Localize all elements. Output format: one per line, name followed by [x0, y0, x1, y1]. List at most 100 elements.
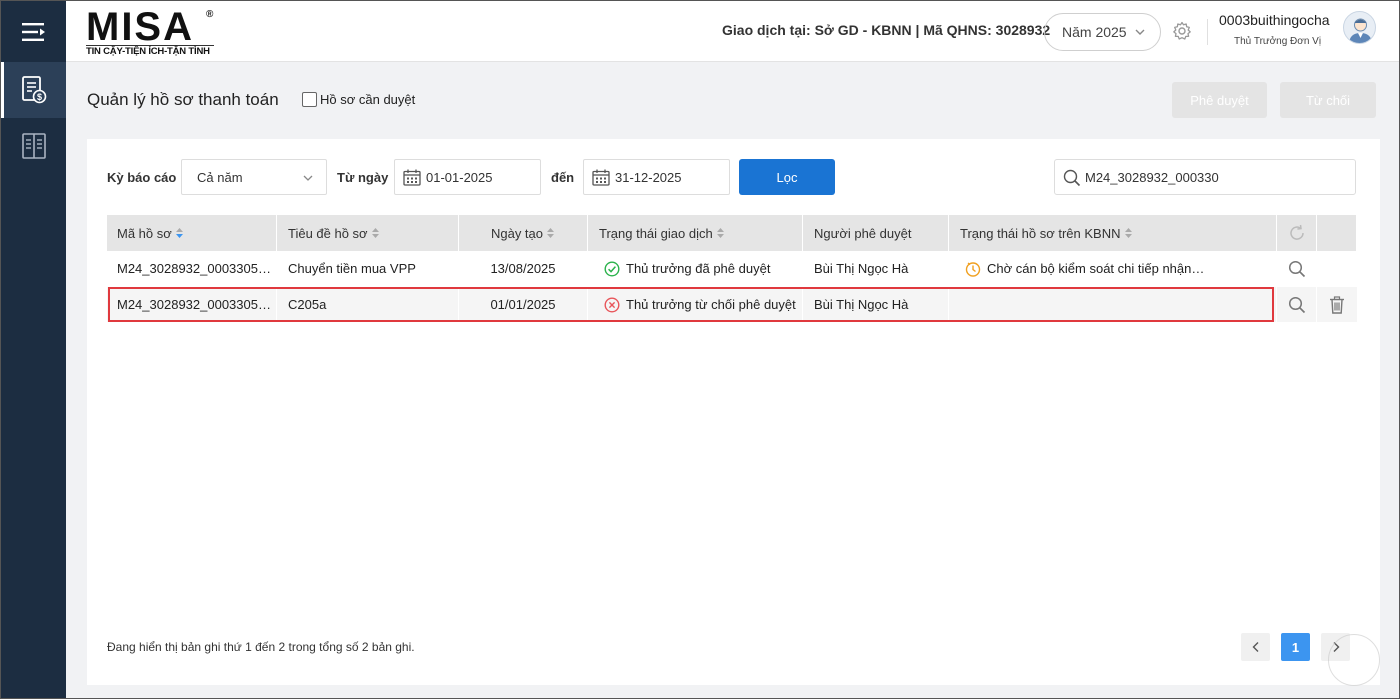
watermark-seal: [1328, 634, 1380, 686]
pending-clock-icon: [965, 261, 981, 277]
search-icon: [1063, 169, 1081, 187]
delete-button[interactable]: [1317, 287, 1356, 322]
payment-document-icon: $: [21, 76, 46, 104]
cell-code: M24_3028932_0003305…: [117, 261, 271, 276]
approve-button[interactable]: Phê duyệt: [1172, 82, 1267, 118]
column-header-label: Trạng thái hồ sơ trên KBNN: [960, 225, 1121, 241]
view-button[interactable]: [1277, 251, 1316, 286]
search-input[interactable]: M24_3028932_000330: [1054, 159, 1356, 195]
cell-title: C205a: [288, 297, 327, 312]
logo-tagline: TIN CẬY-TIỆN ÍCH-TẬN TÌNH: [86, 46, 210, 57]
user-name[interactable]: 0003buithingocha: [1219, 12, 1330, 28]
to-date-value: 31-12-2025: [615, 169, 682, 185]
page-button-1[interactable]: 1: [1281, 633, 1310, 661]
user-role: Thủ Trưởng Đơn Vị: [1234, 36, 1322, 47]
column-header-approver[interactable]: Người phê duyệt: [803, 215, 948, 251]
pending-checkbox-label: Hồ sơ cần duyệt: [320, 92, 416, 107]
page-title: Quản lý hồ sơ thanh toán: [87, 90, 279, 109]
header-divider: [1207, 19, 1208, 45]
menu-icon: [21, 23, 45, 41]
column-header-label: Người phê duyệt: [814, 225, 912, 241]
column-header-kbnn-status[interactable]: Trạng thái hồ sơ trên KBNN: [949, 215, 1276, 251]
chevron-left-icon: [1252, 642, 1258, 652]
column-header-tx-status[interactable]: Trạng thái giao dịch: [588, 215, 802, 251]
column-header-code[interactable]: Mã hồ sơ: [107, 215, 276, 251]
cell-approver: Bùi Thị Ngọc Hà: [814, 261, 909, 276]
period-select[interactable]: Cả năm: [181, 159, 327, 195]
sort-icon: [547, 228, 555, 238]
filter-button[interactable]: Lọc: [739, 159, 835, 195]
column-divider: [802, 287, 803, 322]
column-header-title[interactable]: Tiêu đề hồ sơ: [277, 215, 458, 251]
sort-icon: [1124, 228, 1132, 238]
view-button[interactable]: [1277, 287, 1316, 322]
column-divider: [276, 287, 277, 322]
check-circle-icon: [604, 260, 620, 277]
sidebar-item-ledger[interactable]: [1, 118, 66, 174]
app-frame: $ MISA ® TIN CẬY-TIỆN ÍCH-TẬN TÌNH Giao …: [0, 0, 1400, 699]
tx-status-text: Thủ trưởng từ chối phê duyệt: [626, 297, 796, 312]
sort-icon: [175, 228, 183, 238]
prev-page-button[interactable]: [1241, 633, 1270, 661]
year-select[interactable]: Năm 2025: [1044, 13, 1161, 51]
cell-created: 01/01/2025: [490, 297, 556, 312]
year-select-value: Năm 2025: [1062, 24, 1127, 40]
column-divider: [587, 287, 588, 322]
svg-text:$: $: [36, 92, 41, 102]
chevron-down-icon: [303, 175, 313, 181]
from-date-value: 01-01-2025: [426, 169, 493, 185]
sort-icon: [716, 228, 724, 238]
checkbox-box[interactable]: [302, 92, 317, 107]
tx-status-text: Thủ trưởng đã phê duyệt: [626, 261, 771, 276]
menu-toggle-button[interactable]: [1, 4, 66, 60]
period-label: Kỳ báo cáo: [107, 170, 177, 185]
from-date-label: Từ ngày: [337, 170, 389, 185]
pending-only-checkbox[interactable]: Hồ sơ cần duyệt: [302, 92, 415, 107]
cell-kbnn-status: [965, 287, 1271, 322]
top-header: MISA ® TIN CẬY-TIỆN ÍCH-TẬN TÌNH Giao dị…: [66, 1, 1399, 62]
period-select-value: Cả năm: [197, 169, 243, 185]
chevron-down-icon: [1135, 29, 1145, 35]
calendar-icon: [403, 169, 421, 186]
column-header-label: Trạng thái giao dịch: [599, 225, 713, 241]
cell-tx-status: Thủ trưởng từ chối phê duyệt: [604, 287, 800, 322]
reject-button[interactable]: Từ chối: [1280, 82, 1376, 118]
gear-icon: [1173, 21, 1191, 40]
records-card: Kỳ báo cáo Cả năm Từ ngày 01-01-2025 đến…: [87, 139, 1380, 685]
calendar-icon: [592, 169, 610, 186]
column-header-actions: [1317, 215, 1356, 251]
column-divider: [948, 287, 949, 322]
logo-wordmark: MISA: [86, 5, 194, 49]
to-date-label: đến: [551, 170, 575, 185]
column-header-label: Ngày tạo: [490, 225, 544, 241]
main-content: Quản lý hồ sơ thanh toán Hồ sơ cần duyệt…: [66, 62, 1399, 698]
to-date-input[interactable]: 31-12-2025: [583, 159, 730, 195]
search-icon: [1288, 296, 1305, 313]
avatar[interactable]: [1343, 11, 1376, 44]
sidebar: $: [1, 1, 66, 698]
misa-logo[interactable]: MISA ® TIN CẬY-TIỆN ÍCH-TẬN TÌNH: [86, 7, 216, 57]
refresh-icon: [1289, 224, 1304, 240]
cell-code: M24_3028932_0003305…: [117, 297, 271, 312]
user-avatar-icon: [1349, 18, 1372, 43]
refresh-button[interactable]: [1277, 215, 1316, 251]
column-header-label: Mã hồ sơ: [117, 225, 172, 241]
column-header-created[interactable]: Ngày tạo: [459, 215, 587, 251]
logo-registered-mark: ®: [206, 9, 214, 20]
settings-button[interactable]: [1172, 21, 1192, 44]
kbnn-status-text: Chờ cán bộ kiểm soát chi tiếp nhận…: [987, 261, 1205, 276]
search-input-value: M24_3028932_000330: [1085, 169, 1219, 185]
record-count-text: Đang hiển thị bản ghi thứ 1 đến 2 trong …: [107, 640, 415, 654]
cell-approver: Bùi Thị Ngọc Hà: [814, 297, 909, 312]
column-header-label: Tiêu đề hồ sơ: [288, 225, 368, 241]
book-icon: [21, 133, 46, 159]
sidebar-item-payment-docs[interactable]: $: [1, 62, 66, 118]
cell-kbnn-status: Chờ cán bộ kiểm soát chi tiếp nhận…: [965, 251, 1271, 286]
transaction-info: Giao dịch tại: Sở GD - KBNN | Mã QHNS: 3…: [722, 22, 1051, 38]
from-date-input[interactable]: 01-01-2025: [394, 159, 541, 195]
cell-title: Chuyển tiền mua VPP: [288, 261, 416, 276]
cell-created: 13/08/2025: [490, 261, 556, 276]
trash-icon: [1329, 295, 1344, 314]
sort-icon: [371, 228, 379, 238]
x-circle-icon: [604, 296, 620, 313]
